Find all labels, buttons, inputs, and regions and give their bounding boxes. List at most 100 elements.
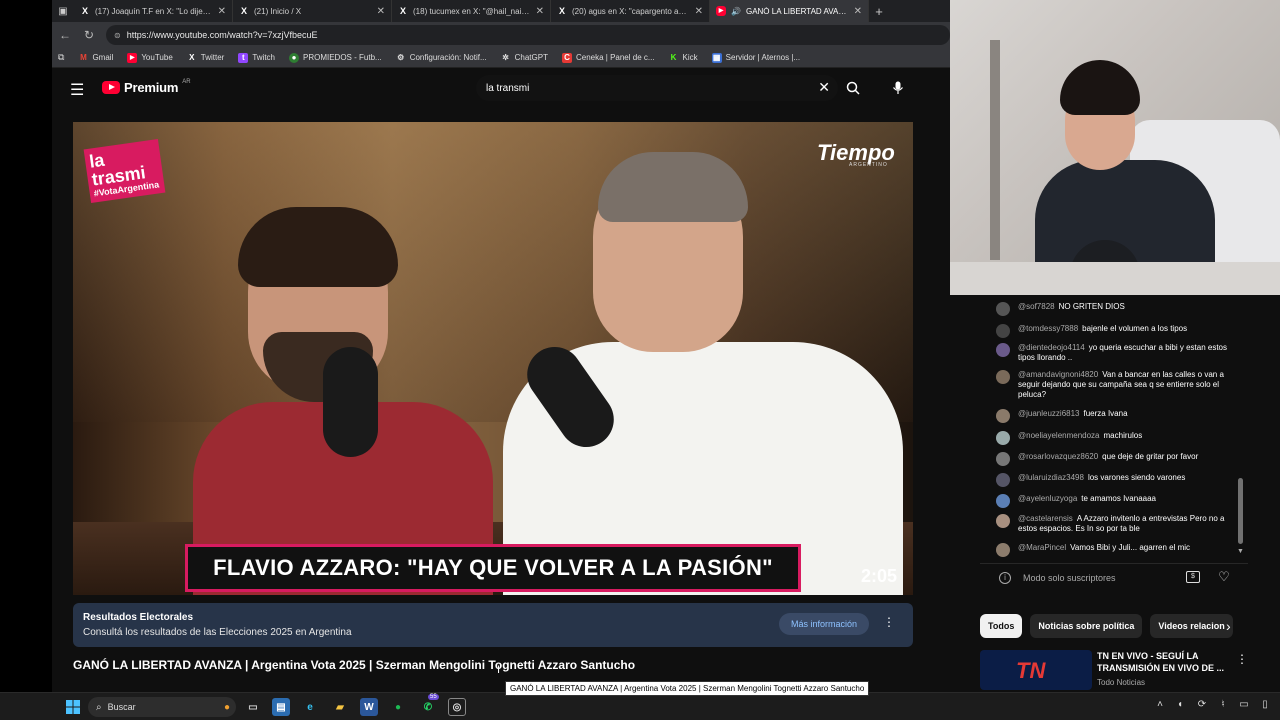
chip-politics[interactable]: Noticias sobre política [1030,614,1143,638]
recommended-channel[interactable]: Todo Noticias [1097,678,1145,687]
chrome-icon[interactable]: ◎ [448,698,466,716]
tab-actions-icon[interactable]: ▣ [52,6,74,17]
avatar[interactable] [996,302,1010,316]
bookmark-gmail[interactable]: M Gmail [78,53,113,63]
recommended-title[interactable]: TN EN VIVO - SEGUÍ LA TRANSMISIÓN EN VIV… [1097,650,1227,674]
speaker-icon[interactable]: ◖ [1173,699,1187,710]
more-options-icon[interactable]: ⋮ [1236,652,1248,666]
chip-related[interactable]: Videos relacion [1150,614,1233,638]
menu-icon[interactable]: ☰ [70,80,84,100]
scroll-down-icon[interactable]: ▼ [1237,548,1244,555]
chat-scrollbar[interactable] [1238,478,1243,544]
url-field[interactable]: ⊜ https://www.youtube.com/watch?v=7xzjVf… [106,25,950,45]
spotify-icon[interactable]: ● [389,698,407,716]
hair [1060,60,1140,115]
site-info-icon[interactable]: ⊜ [114,31,121,40]
bookmark-ceneka[interactable]: C Ceneka | Panel de c... [561,52,655,63]
bookmark-twitter[interactable]: X Twitter [187,53,224,63]
voice-search-button[interactable] [886,76,910,100]
bookmark-promiedos[interactable]: ● PROMIEDOS - Futb... [289,52,382,63]
search-highlight-icon: ● [223,701,230,713]
close-icon[interactable]: ✕ [377,6,385,17]
chevron-right-icon[interactable]: › [1226,618,1231,634]
video-player[interactable]: la trasmi #VotaArgentina Tiempo ARGENTIN… [73,122,913,595]
video-thumbnail[interactable]: TN [980,650,1092,690]
browser-tab-4[interactable]: X (20) agus en X: "capargento ahor ✕ [551,0,710,22]
browser-tab-2[interactable]: X (21) Inicio / X ✕ [233,0,392,22]
windows-taskbar: ⌕ Buscar ● ▭ ▤ e ▰ W ● ✆ 55 ◎ ˄ ◖ ⟳ ♮ ▭ … [0,692,1280,720]
tray-chevron-icon[interactable]: ˄ [1153,699,1167,710]
bookmark-label: Configuración: Notif... [409,53,487,62]
back-arrow-icon[interactable]: ← [58,28,72,42]
widgets-icon[interactable]: ▤ [272,698,290,716]
chat-user[interactable]: @juanleuzzi6813 [1018,409,1080,418]
microphone-icon [893,81,903,94]
whatsapp-icon[interactable]: ✆ [419,698,437,716]
chat-user[interactable]: @rosarlovazquez8620 [1018,452,1098,461]
avatar[interactable] [996,409,1010,423]
avatar[interactable] [996,514,1010,528]
sync-icon[interactable]: ⟳ [1195,699,1209,710]
chip-todos[interactable]: Todos [980,614,1023,638]
file-explorer-icon[interactable]: ▰ [331,698,349,716]
avatar[interactable] [996,324,1010,338]
promiedos-icon: ● [289,52,299,63]
edge-browser-icon[interactable]: e [301,698,319,716]
chat-user[interactable]: @lularuizdiaz3498 [1018,473,1084,482]
more-info-button[interactable]: Más información [779,613,870,635]
browser-tab-5-active[interactable]: ▶ 🔊 GANÓ LA LIBERTAD AVANZA ✕ [710,0,869,22]
chat-user[interactable]: @sof7828 [1018,302,1055,311]
browser-tab-1[interactable]: X (17) Joaquín T.F en X: "Lo dije. Ha ✕ [74,0,233,22]
avatar[interactable] [996,543,1010,557]
close-icon[interactable]: ✕ [854,6,862,17]
task-view-icon[interactable]: ▭ [244,698,262,716]
bookmark-twitch[interactable]: t Twitch [238,52,275,63]
windows-logo [66,700,80,714]
heart-icon[interactable]: ♡ [1216,569,1232,585]
chat-user[interactable]: @ayelenluzyoga [1018,494,1077,503]
currency-icon[interactable]: $ [1186,571,1200,583]
search-button[interactable] [842,77,864,99]
microphone-icon[interactable]: ♮ [1216,699,1230,710]
notifications-icon[interactable]: ▯ [1258,699,1272,710]
bookmark-youtube[interactable]: ▶ YouTube [127,52,173,63]
avatar[interactable] [996,473,1010,487]
tab-title: (21) Inicio / X [254,6,302,16]
close-icon[interactable]: ✕ [695,6,703,17]
chat-message: @castelarensis A Azzaro invitenlo a entre… [996,514,1240,534]
info-icon[interactable]: i [999,572,1011,584]
bookmark-label: Servidor | Aternos |... [725,53,801,62]
speaker-icon[interactable]: 🔊 [731,7,741,16]
windows-start-icon[interactable] [64,698,82,716]
avatar[interactable] [996,370,1010,384]
chat-user[interactable]: @MaraPincel [1018,543,1066,552]
avatar[interactable] [996,343,1010,357]
avatar[interactable] [996,452,1010,466]
left-black-strip [0,0,52,692]
bookmark-aternos[interactable]: ▦ Servidor | Aternos |... [711,52,801,63]
chat-user[interactable]: @tomdessy7888 [1018,324,1078,333]
bookmark-kick[interactable]: K Kick [669,53,698,63]
more-options-icon[interactable]: ⋮ [883,615,895,629]
clear-search-icon[interactable]: ✕ [818,79,830,96]
avatar[interactable] [996,494,1010,508]
browser-tab-3[interactable]: X (18) tucumex en X: "@hail_nai @j ✕ [392,0,551,22]
search-input[interactable]: la transmi ✕ [476,75,838,101]
avatar[interactable] [996,431,1010,445]
word-icon[interactable]: W [360,698,378,716]
chat-user[interactable]: @dientedeojo4114 [1018,343,1085,352]
bookmark-chatgpt[interactable]: ✲ ChatGPT [501,53,548,63]
display-icon[interactable]: ▭ [1237,699,1251,710]
chat-user[interactable]: @castelarensis [1018,514,1073,523]
taskbar-search[interactable]: ⌕ Buscar ● [88,697,236,717]
chat-user[interactable]: @amandavignoni4820 [1018,370,1098,379]
close-icon[interactable]: ✕ [536,6,544,17]
bookmark-config[interactable]: ⚙ Configuración: Notif... [396,53,487,63]
reload-icon[interactable]: ↻ [82,28,96,42]
close-icon[interactable]: ✕ [218,6,226,17]
bookmarks-icon[interactable]: ⧉ [58,52,64,63]
new-tab-button[interactable]: + [869,4,889,19]
recommended-video[interactable]: TN TN EN VIVO - SEGUÍ LA TRANSMISIÓN EN … [980,650,1248,690]
youtube-premium-logo[interactable]: Premium AR [102,79,191,95]
chat-user[interactable]: @noeliayelenmendoza [1018,431,1100,440]
